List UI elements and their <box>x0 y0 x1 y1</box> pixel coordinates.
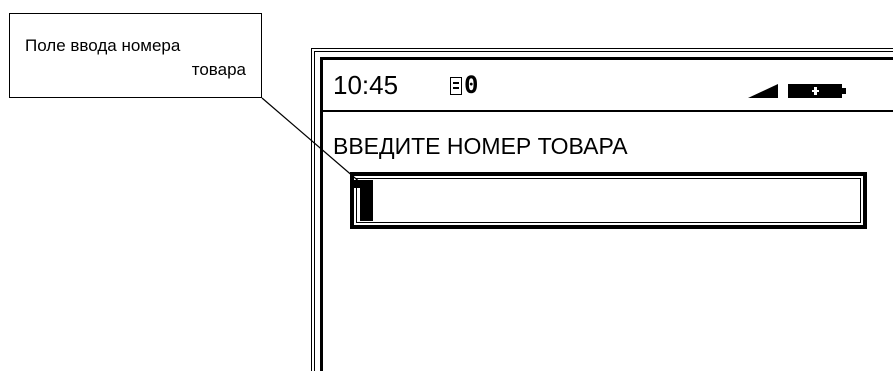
text-cursor <box>354 180 373 221</box>
callout-text-line2: товара <box>191 60 246 79</box>
prompt-text: ВВЕДИТЕ НОМЕР ТОВАРА <box>333 133 628 159</box>
item-number-input[interactable] <box>350 172 867 229</box>
status-bar: 10:45 0 <box>323 60 893 112</box>
device-screen-display: 10:45 0 ВВЕДИТЕ НОМЕР ТОВАРА <box>320 57 893 371</box>
callout-label: Поле ввода номера товара <box>9 13 262 98</box>
signal-icon <box>748 84 778 98</box>
receipt-icon <box>450 77 462 95</box>
device-screen: 10:45 0 ВВЕДИТЕ НОМЕР ТОВАРА <box>311 48 893 371</box>
battery-icon <box>788 84 846 98</box>
counter-indicator: 0 <box>464 71 479 99</box>
callout-text-line1: Поле ввода номера <box>25 36 181 55</box>
clock: 10:45 <box>333 70 399 100</box>
